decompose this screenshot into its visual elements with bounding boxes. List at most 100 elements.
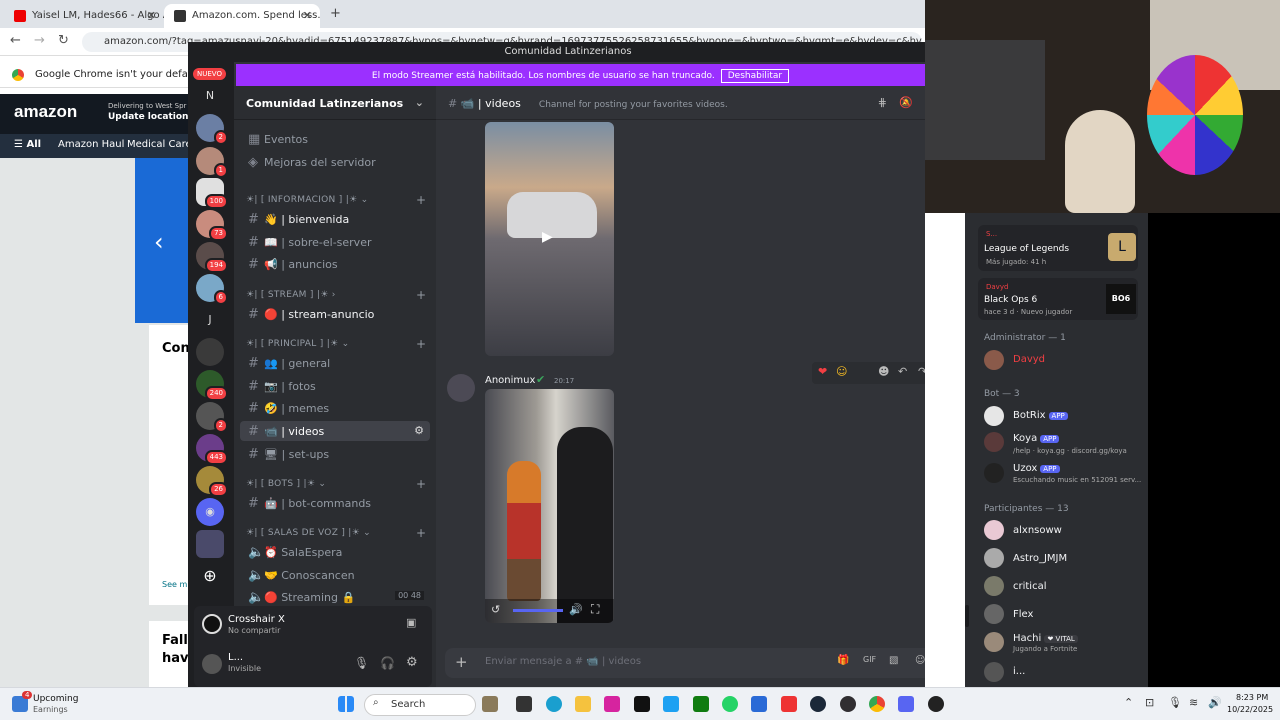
back-icon[interactable]: ← <box>10 33 21 48</box>
member-name[interactable]: Uzox APP <box>1013 463 1060 474</box>
channel-fotos[interactable]: # 📷 | fotos <box>240 376 430 396</box>
xbox-icon[interactable] <box>693 696 709 712</box>
voice-conoscancen[interactable]: 🔈🤝 Conoscancen <box>240 565 430 585</box>
app-icon[interactable] <box>928 696 944 712</box>
server-icon[interactable]: 6 <box>196 274 228 305</box>
category-info[interactable]: ☀| [ INFORMACION ] |☀ ⌄ <box>246 195 368 205</box>
voice-streaming[interactable]: 🔈🔴 Streaming 🔒 00 48 <box>240 587 430 607</box>
channel-bienvenida[interactable]: # 👋 | bienvenida <box>240 209 430 229</box>
category-stream[interactable]: ☀| [ STREAM ] |☀ › <box>246 290 336 300</box>
message-avatar[interactable] <box>447 374 475 402</box>
member-name[interactable]: critical <box>1013 581 1047 592</box>
server-icon[interactable] <box>196 530 224 558</box>
reply-icon[interactable]: ↶ <box>898 365 907 378</box>
screen-share-icon[interactable]: ▣ <box>406 616 416 629</box>
replay-icon[interactable]: ↺ <box>491 603 500 616</box>
gif-icon[interactable]: GIF <box>863 655 876 664</box>
react-icon[interactable]: ☻ <box>878 365 889 378</box>
activity-card[interactable]: S... League of Legends Más jugado: 41 h … <box>978 225 1138 271</box>
clock-time[interactable]: 8:23 PM <box>1236 693 1268 702</box>
avatar[interactable] <box>984 406 1004 426</box>
mic-icon[interactable]: 🎙 <box>354 656 369 670</box>
volume-icon[interactable]: 🔊 <box>569 603 583 616</box>
close-icon[interactable]: ✕ <box>303 9 312 22</box>
laugh-reaction-icon[interactable]: ☺ <box>836 365 847 378</box>
member-name[interactable]: Davyd <box>1013 354 1045 365</box>
clock-date[interactable]: 10/22/2025 <box>1227 705 1273 714</box>
close-icon[interactable]: ✕ <box>147 9 156 22</box>
avatar[interactable] <box>984 576 1004 596</box>
steam-icon[interactable] <box>810 696 826 712</box>
store-icon[interactable] <box>751 696 767 712</box>
server-icon[interactable]: N <box>196 82 224 110</box>
member-name[interactable]: BotRix APP <box>1013 410 1068 421</box>
gear-icon[interactable]: ⚙ <box>414 424 424 437</box>
channel-sobre-el-server[interactable]: # 📖 | sobre-el-server <box>240 232 430 252</box>
volume-slider[interactable] <box>513 609 563 612</box>
channel-bot-commands[interactable]: # 🤖 | bot-commands <box>240 493 430 513</box>
fullscreen-icon[interactable]: ⛶ <box>591 602 599 617</box>
taskbar-search[interactable]: ⌕ Search <box>364 694 476 716</box>
twitter-icon[interactable] <box>663 696 679 712</box>
mic-icon[interactable]: 🎙 <box>1168 696 1182 709</box>
app-icon[interactable] <box>482 696 498 712</box>
forward-icon[interactable]: → <box>34 33 45 48</box>
avatar[interactable] <box>984 520 1004 540</box>
disable-streamer-button[interactable]: Deshabilitar <box>720 69 790 83</box>
server-icon[interactable]: J <box>196 306 224 334</box>
channel-memes[interactable]: # 🤣 | memes <box>240 398 430 418</box>
windows-start-icon[interactable] <box>338 696 354 712</box>
avatar[interactable] <box>984 632 1004 652</box>
new-tab-icon[interactable]: + <box>330 6 341 21</box>
server-icon[interactable] <box>196 338 224 366</box>
tab-youtube[interactable]: Yaisel LM, Hades66 - Algo Así (✕ <box>4 4 164 28</box>
update-location[interactable]: Update location <box>108 112 188 122</box>
add-channel-icon[interactable]: + <box>416 288 426 302</box>
server-icon[interactable]: 73 <box>196 210 228 241</box>
capcut-icon[interactable] <box>781 696 797 712</box>
voice-salaespera[interactable]: 🔈⏰ SalaEspera <box>240 542 430 562</box>
boosts-item[interactable]: ◈ Mejoras del servidor <box>240 152 430 172</box>
carousel-prev-icon[interactable]: ‹ <box>154 228 164 256</box>
member-name[interactable]: Astro_JMJM <box>1013 553 1067 564</box>
channel-stream-anuncio[interactable]: # 🔴 | stream-anuncio <box>240 304 430 324</box>
member-name[interactable]: Flex <box>1013 609 1033 620</box>
mute-icon[interactable]: 🔕 <box>899 96 913 109</box>
chrome-icon[interactable] <box>869 696 885 712</box>
whatsapp-icon[interactable] <box>722 696 738 712</box>
avatar[interactable] <box>984 604 1004 624</box>
server-icon[interactable]: 2 <box>196 402 228 433</box>
headset-icon[interactable]: 🎧 <box>380 656 395 670</box>
member-name[interactable]: Koya APP <box>1013 433 1060 444</box>
amazon-logo[interactable]: amazon <box>14 102 77 122</box>
edge-icon[interactable] <box>546 696 562 712</box>
events-item[interactable]: ▦ Eventos <box>240 129 430 149</box>
video-attachment[interactable]: ▶ <box>485 122 614 356</box>
play-icon[interactable]: ▶ <box>542 229 553 245</box>
avatar[interactable] <box>984 662 1004 682</box>
emoji-icon[interactable]: ☺ <box>915 655 925 666</box>
volume-icon[interactable]: 🔊 <box>1208 696 1222 709</box>
avatar[interactable] <box>984 350 1004 370</box>
channel-general[interactable]: # 👥 | general <box>240 353 430 373</box>
nav-medical-care[interactable]: Medical Care <box>127 139 192 150</box>
weather-title[interactable]: Upcoming <box>33 694 78 704</box>
video-attachment[interactable]: ↺ 🔊 ⛶ <box>485 389 614 623</box>
sticker-icon[interactable]: ▧ <box>889 655 898 666</box>
category-principal[interactable]: ☀| [ PRINCIPAL ] |☀ ⌄ <box>246 339 349 349</box>
nav-all[interactable]: ☰ All <box>14 139 41 150</box>
discord-icon[interactable] <box>898 696 914 712</box>
member-name[interactable]: Hachi ❤ VITAL <box>1013 633 1078 644</box>
tiktok-icon[interactable] <box>634 696 650 712</box>
member-name[interactable]: i... <box>1013 666 1025 677</box>
server-icon[interactable]: 2 <box>196 114 228 145</box>
plus-icon[interactable]: + <box>455 653 468 671</box>
nav-amazon-haul[interactable]: Amazon Haul <box>58 139 124 150</box>
heart-reaction-icon[interactable]: ❤ <box>818 365 827 378</box>
server-icon[interactable]: 194 <box>196 242 228 273</box>
add-channel-icon[interactable]: + <box>416 337 426 351</box>
obs-icon[interactable] <box>840 696 856 712</box>
explorer-icon[interactable] <box>575 696 591 712</box>
add-channel-icon[interactable]: + <box>416 477 426 491</box>
add-channel-icon[interactable]: + <box>416 526 426 540</box>
